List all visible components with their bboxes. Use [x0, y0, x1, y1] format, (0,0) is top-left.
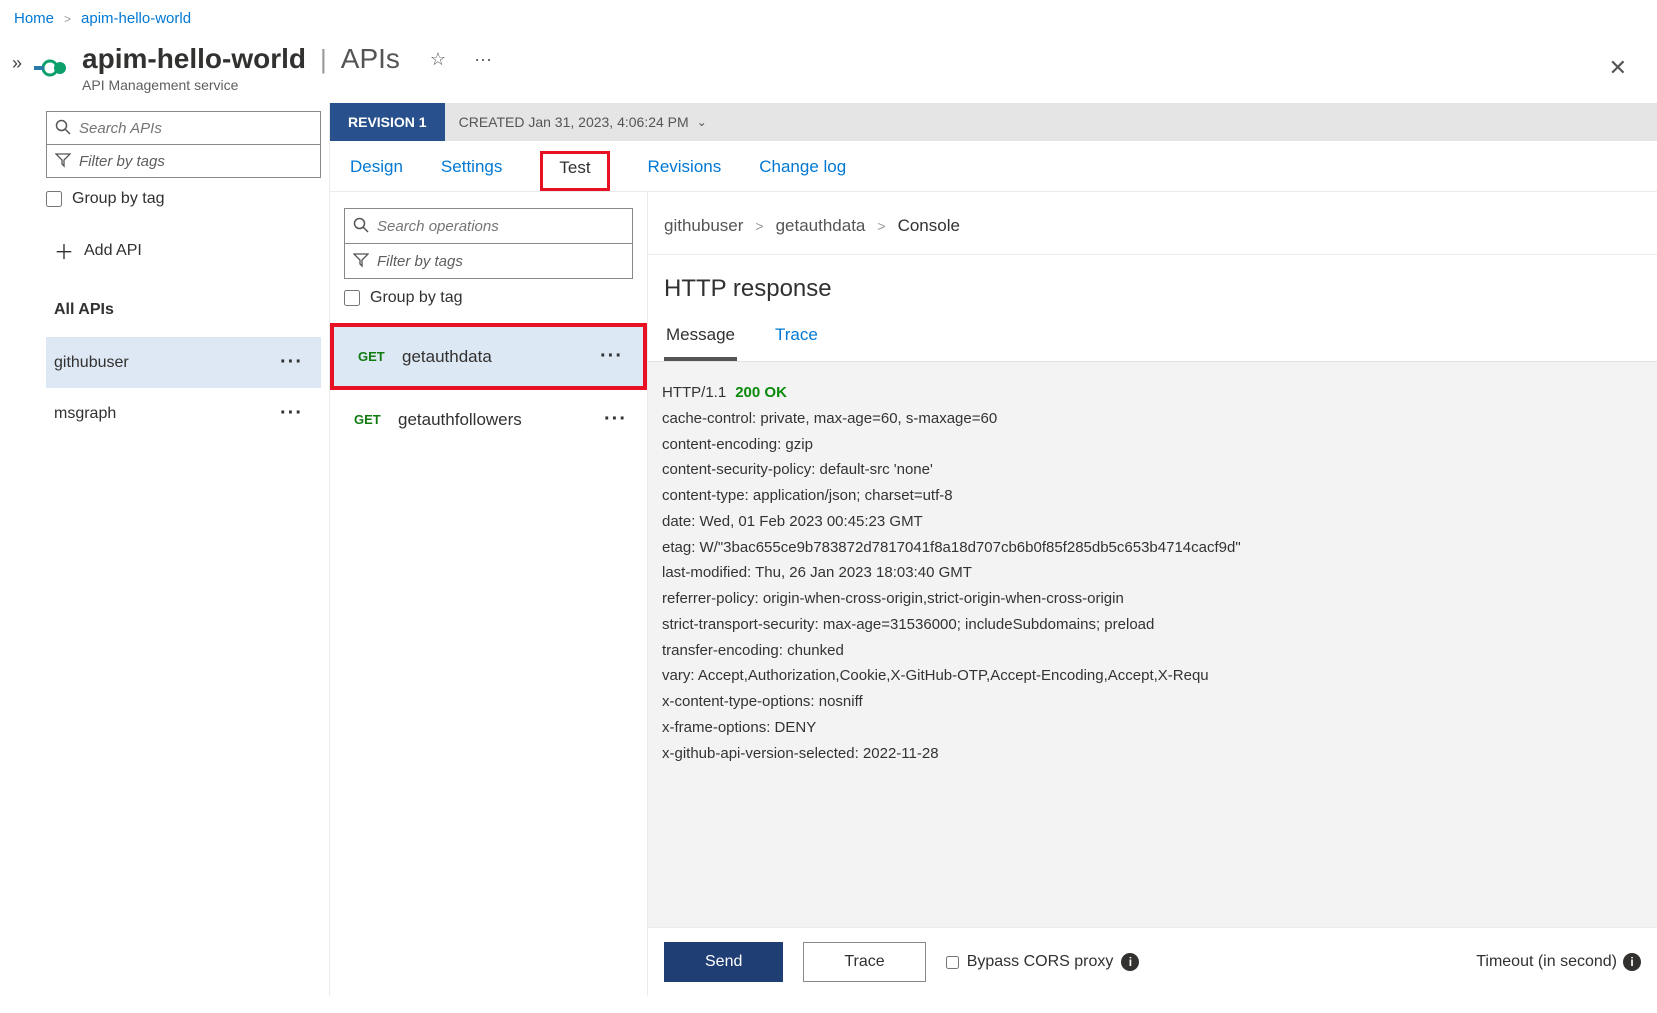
ops-group-by-tag-checkbox[interactable]: Group by tag — [344, 289, 633, 307]
chevron-right-icon: > — [755, 218, 763, 234]
search-icon — [353, 217, 369, 236]
trace-button[interactable]: Trace — [803, 942, 925, 982]
page-title: apim-hello-world — [82, 43, 306, 75]
console-breadcrumb: githubuser > getauthdata > Console — [648, 192, 1657, 255]
revision-bar: REVISION 1 CREATED Jan 31, 2023, 4:06:24… — [330, 103, 1657, 141]
breadcrumb-resource[interactable]: apim-hello-world — [81, 10, 191, 27]
more-icon[interactable]: ··· — [600, 345, 623, 368]
api-item-msgraph[interactable]: msgraph ··· — [46, 388, 321, 439]
http-response-title: HTTP response — [648, 255, 1657, 315]
search-icon — [55, 119, 71, 138]
favorite-star-icon[interactable]: ☆ — [430, 49, 446, 70]
group-by-tag-checkbox[interactable]: Group by tag — [46, 190, 321, 208]
operation-getauthdata[interactable]: GETgetauthdata··· — [330, 323, 647, 390]
info-icon[interactable]: i — [1121, 953, 1139, 971]
tab-revisions[interactable]: Revisions — [648, 157, 722, 191]
timeout-label: Timeout (in second) i — [1476, 953, 1641, 971]
chevron-right-icon: > — [877, 218, 885, 234]
breadcrumb-home[interactable]: Home — [14, 10, 54, 27]
filter-icon — [55, 152, 71, 171]
tab-change-log[interactable]: Change log — [759, 157, 846, 191]
more-icon[interactable]: ··· — [280, 351, 303, 374]
search-operations-input[interactable] — [344, 208, 633, 244]
console-bc-item[interactable]: Console — [898, 216, 960, 236]
filter-icon — [353, 252, 369, 271]
response-tab-trace[interactable]: Trace — [773, 315, 820, 361]
more-actions-icon[interactable]: ··· — [474, 49, 492, 70]
api-tabs: Design Settings Test Revisions Change log — [330, 141, 1657, 192]
operation-name: getauthdata — [402, 347, 600, 367]
tab-settings[interactable]: Settings — [441, 157, 502, 191]
more-icon[interactable]: ··· — [280, 402, 303, 425]
send-button[interactable]: Send — [664, 942, 783, 982]
info-icon[interactable]: i — [1623, 953, 1641, 971]
action-bar: Send Trace Bypass CORS proxy i Timeout (… — [648, 927, 1657, 996]
page-header: » apim-hello-world | APIs ☆ ··· API Mana… — [0, 37, 1657, 103]
api-name: msgraph — [54, 405, 116, 423]
api-name: githubuser — [54, 354, 129, 372]
filter-operations-tags[interactable]: Filter by tags — [344, 243, 633, 279]
response-tab-message[interactable]: Message — [664, 315, 737, 361]
all-apis-label[interactable]: All APIs — [54, 301, 321, 319]
chevron-down-icon: ⌄ — [697, 115, 707, 129]
operations-pane: Filter by tags Group by tag GETgetauthda… — [330, 192, 648, 996]
api-list-pane: Filter by tags Group by tag ＋ Add API Al… — [0, 103, 330, 996]
api-item-githubuser[interactable]: githubuser ··· — [46, 337, 321, 388]
expand-collapse-icon[interactable]: » — [12, 43, 22, 74]
bypass-cors-checkbox[interactable]: Bypass CORS proxy i — [946, 953, 1140, 971]
add-api-button[interactable]: ＋ Add API — [54, 236, 321, 265]
http-verb: GET — [354, 412, 398, 427]
operation-getauthfollowers[interactable]: GETgetauthfollowers··· — [330, 390, 647, 449]
response-body[interactable]: HTTP/1.1 200 OK cache-control: private, … — [648, 362, 1657, 927]
breadcrumb: Home > apim-hello-world — [0, 0, 1657, 37]
page-section: APIs — [341, 43, 400, 75]
response-tabs: Message Trace — [648, 315, 1657, 362]
page-subtitle: API Management service — [82, 77, 492, 93]
console-bc-item[interactable]: getauthdata — [776, 216, 866, 236]
http-verb: GET — [358, 349, 402, 364]
more-icon[interactable]: ··· — [604, 408, 627, 431]
console-bc-item[interactable]: githubuser — [664, 216, 743, 236]
close-icon[interactable]: ✕ — [1609, 55, 1645, 81]
plus-icon: ＋ — [54, 236, 74, 265]
filter-apis-tags[interactable]: Filter by tags — [46, 144, 321, 178]
tab-test[interactable]: Test — [540, 151, 609, 191]
apim-service-icon — [32, 50, 68, 86]
tab-design[interactable]: Design — [350, 157, 403, 191]
console-pane: githubuser > getauthdata > Console HTTP resp… — [648, 192, 1657, 996]
status-code: 200 OK — [735, 384, 787, 401]
revision-badge: REVISION 1 — [330, 103, 445, 141]
operation-name: getauthfollowers — [398, 410, 604, 430]
revision-created[interactable]: CREATED Jan 31, 2023, 4:06:24 PM ⌄ — [459, 114, 707, 130]
chevron-right-icon: > — [64, 12, 71, 26]
search-apis-input[interactable] — [46, 111, 321, 145]
